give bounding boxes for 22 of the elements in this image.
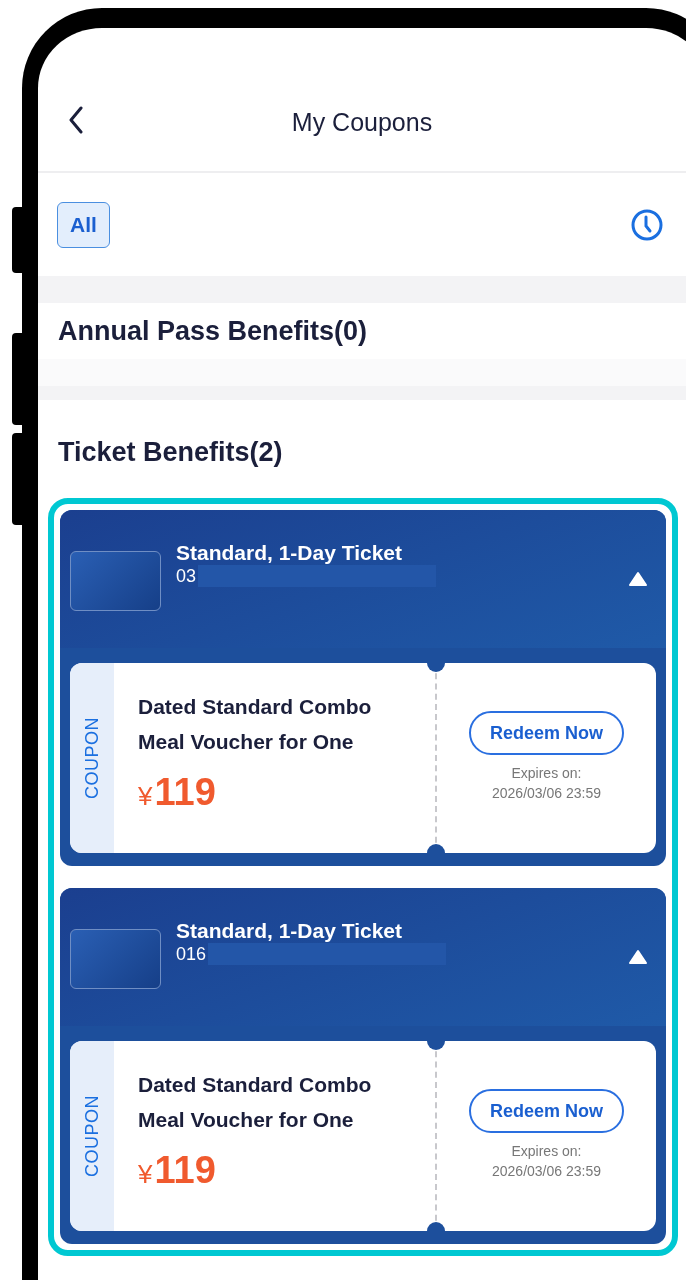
coupon-title: Dated Standard Combo Meal Voucher for One: [138, 1072, 373, 1133]
ticket-number: 03: [176, 565, 197, 587]
caret-icon[interactable]: [628, 571, 648, 587]
ticket-number: 016: [176, 943, 207, 965]
section-title: Annual Pass Benefits(0): [58, 315, 368, 347]
expiry-label: Expires on:: [511, 1142, 582, 1161]
expiry-date: 2026/03/06 23:59: [492, 1162, 601, 1181]
coupon-price: ¥119: [138, 771, 217, 814]
redeem-button[interactable]: Redeem Now: [469, 1089, 624, 1133]
caret-icon[interactable]: [628, 949, 648, 965]
coupon-price: ¥119: [138, 1149, 217, 1192]
redeem-button[interactable]: Redeem Now: [469, 711, 624, 755]
history-clock-icon[interactable]: [630, 207, 664, 242]
page-title: My Coupons: [291, 108, 433, 137]
filter-chip[interactable]: All: [57, 201, 110, 248]
section-title: Ticket Benefits(2): [58, 437, 283, 468]
ticket-name: Standard, 1-Day Ticket: [176, 919, 404, 943]
ticket-name: Standard, 1-Day Ticket: [176, 541, 404, 565]
expiry-date: 2026/03/06 23:59: [492, 784, 601, 803]
coupon-title: Dated Standard Combo Meal Voucher for One: [138, 694, 373, 755]
back-icon[interactable]: [68, 106, 84, 134]
expiry-label: Expires on:: [511, 764, 582, 783]
